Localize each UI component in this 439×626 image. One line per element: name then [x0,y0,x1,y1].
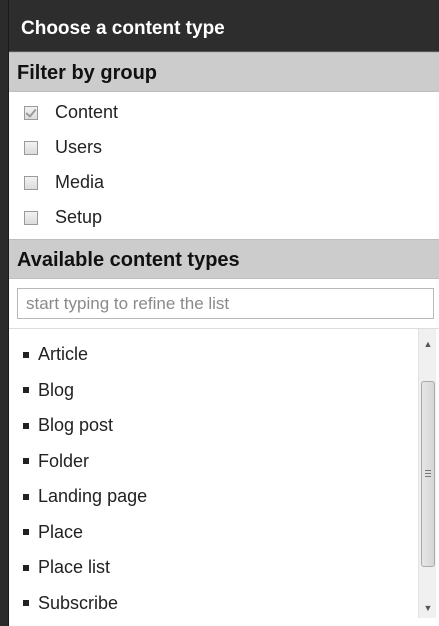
list-item[interactable]: Folder [9,444,439,480]
item-label: Place [38,521,84,542]
list-item[interactable]: Blog [9,373,439,409]
group-filter-setup[interactable]: Setup [9,200,439,235]
filter-heading: Filter by group [9,52,439,92]
item-label: Subscribe [38,592,119,613]
group-filter-list: Content Users Media Setup [9,92,439,239]
arrow-down-icon[interactable]: ▼ [419,599,437,617]
item-label: Blog [38,379,75,400]
list-item[interactable]: Landing page [9,479,439,515]
refine-search-input[interactable] [17,288,434,319]
group-label: Content [55,102,119,122]
square-bullet-icon [23,493,29,500]
item-label: Landing page [38,486,148,507]
list-scrollbar[interactable]: ▲ ▼ [418,329,436,618]
search-wrapper [9,279,439,328]
list-item[interactable]: Place [9,515,439,551]
item-label: Place list [38,557,111,578]
scrollbar-thumb[interactable] [421,381,435,567]
content-type-list: Article Blog Blog post Folder Landing pa… [9,329,439,618]
dialog-title: Choose a content type [9,0,439,52]
group-label: Setup [55,207,103,227]
group-label: Users [55,137,103,157]
square-bullet-icon [23,351,29,358]
item-label: Article [38,344,89,365]
square-bullet-icon [23,529,29,536]
item-label: Blog post [38,415,114,436]
checkbox-setup[interactable] [24,210,38,225]
group-filter-content[interactable]: Content [9,95,439,130]
content-type-list-area: Article Blog Blog post Folder Landing pa… [9,328,439,618]
available-heading: Available content types [9,239,439,279]
list-item[interactable]: Blog post [9,408,439,444]
arrow-up-icon[interactable]: ▲ [419,335,437,353]
grip-icon [425,470,431,477]
checkbox-users[interactable] [24,140,38,155]
group-filter-media[interactable]: Media [9,165,439,200]
item-label: Folder [38,450,90,471]
group-filter-users[interactable]: Users [9,130,439,165]
checkbox-content[interactable] [24,105,38,120]
square-bullet-icon [23,600,29,607]
content-type-dialog: Choose a content type Filter by group Co… [8,0,439,626]
list-item[interactable]: Article [9,337,439,373]
checkbox-media[interactable] [24,175,38,190]
square-bullet-icon [23,564,29,571]
square-bullet-icon [23,387,29,394]
list-item[interactable]: Subscribe [9,586,439,619]
group-label: Media [55,172,105,192]
list-item[interactable]: Place list [9,550,439,586]
square-bullet-icon [23,458,29,465]
square-bullet-icon [23,422,29,429]
